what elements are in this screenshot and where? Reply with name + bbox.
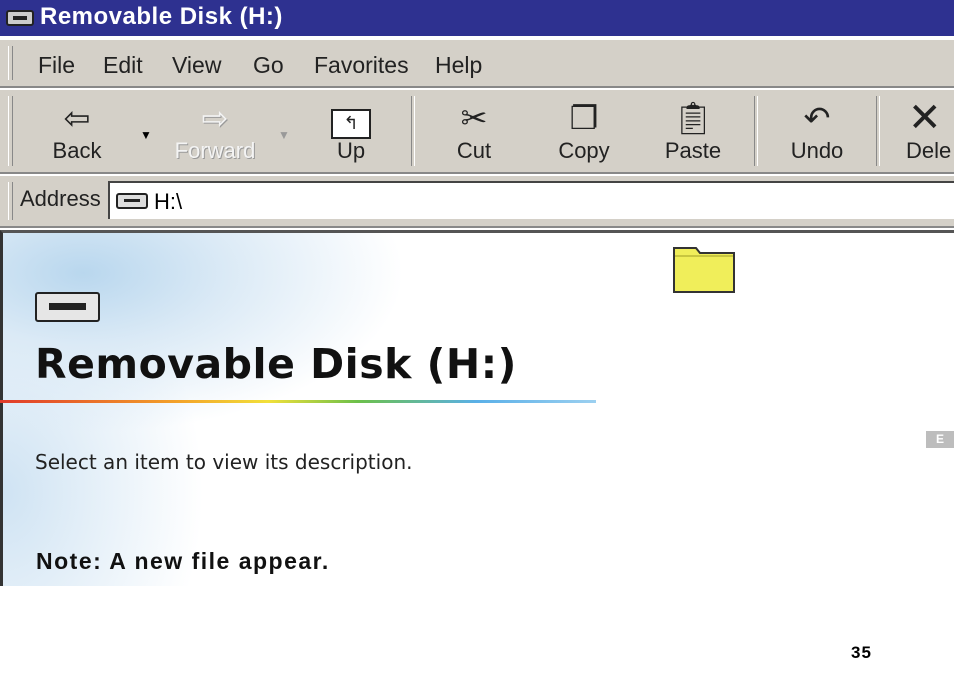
copy-button[interactable]: ❐ Copy xyxy=(539,98,629,164)
address-value: H:\ xyxy=(154,189,183,214)
forward-arrow-icon: ⇨ xyxy=(201,100,229,136)
toolbar-grip[interactable] xyxy=(8,46,13,80)
back-button[interactable]: ⇦ Back xyxy=(32,98,122,164)
standard-toolbar: ⇦ Back ▼ ⇨ Forward ▼ ↰ Up ✂ Cut ❐ Copy 📋︎ Past… xyxy=(0,88,954,174)
heading-underline xyxy=(0,400,596,403)
cut-label: Cut xyxy=(456,138,492,163)
menu-edit[interactable]: Edit xyxy=(103,52,143,79)
language-tab: E xyxy=(926,431,954,448)
undo-button[interactable]: ↶ Undo xyxy=(772,98,862,164)
forward-label: Forward xyxy=(174,138,256,163)
toolbar-separator xyxy=(876,96,880,166)
menu-file[interactable]: File xyxy=(38,52,75,79)
menu-favorites[interactable]: Favorites xyxy=(314,52,409,79)
toolbar-separator xyxy=(754,96,758,166)
delete-x-icon: ✕ xyxy=(908,96,942,140)
scissors-icon: ✂ xyxy=(460,100,488,136)
menu-help[interactable]: Help xyxy=(435,52,482,79)
up-folder-icon: ↰ xyxy=(306,98,396,139)
window-title: Removable Disk (H:) xyxy=(40,3,283,30)
copy-icon: ❐ xyxy=(569,100,599,136)
forward-dropdown-icon[interactable]: ▼ xyxy=(278,128,290,142)
paste-button[interactable]: 📋︎ Paste xyxy=(648,98,738,164)
note-text: Note: A new file appear. xyxy=(36,548,330,574)
folder-item[interactable] xyxy=(672,242,736,294)
up-button[interactable]: ↰ Up xyxy=(306,98,396,164)
toolbar-grip[interactable] xyxy=(8,182,13,220)
undo-icon: ↶ xyxy=(803,100,831,136)
address-label: Address xyxy=(20,186,101,211)
item-description: Select an item to view its description. xyxy=(35,450,413,474)
forward-button[interactable]: ⇨ Forward xyxy=(170,98,260,164)
delete-label: Dele xyxy=(906,138,952,163)
folder-heading: Removable Disk (H:) xyxy=(35,340,517,388)
up-label: Up xyxy=(336,138,366,163)
toolbar-separator xyxy=(411,96,415,166)
copy-label: Copy xyxy=(558,138,610,163)
back-label: Back xyxy=(52,138,102,163)
delete-button[interactable]: ✕ Dele xyxy=(896,98,954,164)
paste-label: Paste xyxy=(664,138,722,163)
folder-icon xyxy=(673,247,735,293)
drive-icon xyxy=(116,193,148,209)
drive-icon xyxy=(6,10,34,26)
back-arrow-icon: ⇦ xyxy=(63,100,91,136)
toolbar-grip[interactable] xyxy=(8,96,13,166)
cut-button[interactable]: ✂ Cut xyxy=(429,98,519,164)
paste-icon: 📋︎ xyxy=(672,100,714,136)
removable-disk-icon xyxy=(35,292,100,322)
menu-bar: File Edit View Go Favorites Help xyxy=(0,38,954,88)
menu-view[interactable]: View xyxy=(172,52,221,79)
page-number: 35 xyxy=(851,643,872,662)
title-bar: Removable Disk (H:) xyxy=(0,0,954,36)
menu-go[interactable]: Go xyxy=(253,52,284,79)
address-input[interactable]: H:\ xyxy=(108,181,954,219)
back-dropdown-icon[interactable]: ▼ xyxy=(140,128,152,142)
address-bar: Address H:\ xyxy=(0,174,954,228)
folder-view xyxy=(0,230,954,586)
undo-label: Undo xyxy=(790,138,844,163)
